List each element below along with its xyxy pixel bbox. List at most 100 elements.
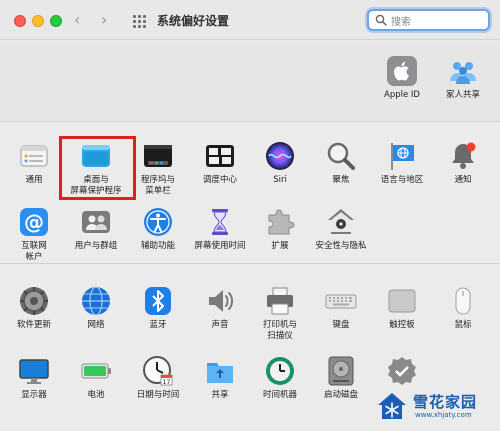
keyboard-icon — [325, 294, 357, 309]
show-all-grid-icon[interactable] — [133, 15, 146, 28]
pref-label: 打印机与 扫描仪 — [262, 320, 297, 341]
pref-sharing[interactable]: 共享 — [188, 355, 252, 401]
apple-id-icon — [387, 56, 417, 86]
pref-startup-disk[interactable]: 启动磁盘 — [309, 355, 373, 401]
pref-label: 显示器 — [21, 390, 47, 400]
pref-time-machine[interactable]: 时间机器 — [248, 355, 312, 401]
pref-users-groups[interactable]: 用户与群组 — [64, 206, 128, 252]
pref-mouse[interactable]: 鼠标 — [431, 285, 495, 331]
printers-scanners-icon — [267, 287, 293, 315]
watermark: 雪花家园 www.xhjaty.com — [375, 388, 495, 428]
pref-label: 调度中心 — [202, 175, 237, 185]
battery-icon — [81, 363, 111, 379]
watermark-title: 雪花家园 — [413, 393, 478, 411]
notifications-icon — [452, 142, 476, 169]
pref-battery[interactable]: 电池 — [64, 355, 128, 401]
pref-printers-scanners[interactable]: 打印机与 扫描仪 — [248, 285, 312, 342]
pref-profiles[interactable] — [370, 355, 434, 390]
dock-menubar-icon — [144, 145, 172, 167]
search-field[interactable]: 搜索 — [367, 9, 490, 31]
pref-mission-control[interactable]: 调度中心 — [188, 140, 252, 186]
pref-label: 时间机器 — [262, 390, 297, 400]
internet-accounts-icon: @ — [20, 208, 48, 236]
sharing-icon — [207, 363, 233, 383]
pref-sound[interactable]: 声音 — [188, 285, 252, 331]
time-machine-icon — [266, 357, 294, 385]
forward-chevron-icon[interactable]: › — [101, 11, 107, 29]
sound-icon — [209, 290, 233, 312]
pref-label: 触控板 — [389, 320, 415, 330]
pref-label: 软件更新 — [16, 320, 51, 330]
extensions-icon — [268, 209, 295, 235]
pref-label: 鼠标 — [454, 320, 472, 330]
pref-label: 启动磁盘 — [323, 390, 358, 400]
mouse-icon — [455, 287, 471, 315]
search-icon — [375, 14, 387, 26]
trackpad-icon — [388, 289, 416, 313]
family-sharing-icon — [450, 62, 476, 84]
pref-apple-id[interactable]: Apple ID — [370, 55, 434, 101]
pref-label: 家人共享 — [445, 90, 480, 100]
search-placeholder: 搜索 — [391, 17, 411, 28]
pref-siri[interactable]: Siri — [248, 140, 312, 186]
pref-label: 键盘 — [332, 320, 350, 330]
pref-internet-accounts[interactable]: @ 互联网 帐户 — [2, 206, 66, 263]
pref-label: 安全性与隐私 — [315, 241, 367, 251]
general-icon — [20, 145, 48, 167]
pref-notifications[interactable]: 通知 — [431, 140, 495, 186]
minimize-button[interactable] — [32, 15, 44, 27]
pref-family-sharing[interactable]: 家人共享 — [431, 55, 495, 101]
close-button[interactable] — [14, 15, 26, 27]
pref-general[interactable]: 通用 — [2, 140, 66, 186]
highlight-box — [59, 136, 136, 200]
screen-time-icon — [212, 209, 228, 235]
pref-extensions[interactable]: 扩展 — [248, 206, 312, 252]
pref-accessibility[interactable]: 辅助功能 — [126, 206, 190, 252]
pref-label: 互联网 帐户 — [21, 241, 47, 262]
pref-label: 辅助功能 — [140, 241, 175, 251]
title-bar: ‹ › 系统偏好设置 搜索 — [0, 0, 500, 40]
pref-label: 通用 — [25, 175, 43, 185]
siri-icon — [266, 142, 294, 170]
date-time-icon: 17 — [143, 356, 173, 386]
pref-screen-time[interactable]: 屏幕使用时间 — [188, 206, 252, 252]
spotlight-icon — [327, 142, 355, 170]
bluetooth-icon — [145, 287, 171, 315]
accessibility-icon — [144, 208, 172, 236]
back-chevron-icon[interactable]: ‹ — [74, 11, 80, 29]
svg-text:@: @ — [24, 210, 44, 234]
window-title: 系统偏好设置 — [157, 14, 230, 28]
network-icon — [82, 286, 110, 316]
pref-date-time[interactable]: 17 日期与时间 — [126, 355, 190, 401]
zoom-button[interactable] — [50, 15, 62, 27]
pref-language-region[interactable]: 语言与地区 — [370, 140, 434, 186]
svg-text:17: 17 — [163, 379, 171, 386]
pref-trackpad[interactable]: 触控板 — [370, 285, 434, 331]
mission-control-icon — [206, 145, 234, 167]
pref-label: 声音 — [211, 320, 229, 330]
pref-network[interactable]: 网络 — [64, 285, 128, 331]
displays-icon — [19, 359, 49, 384]
pref-label: Apple ID — [384, 90, 420, 100]
pref-label: 聚焦 — [332, 175, 350, 185]
profiles-icon — [388, 357, 416, 385]
pref-spotlight[interactable]: 聚焦 — [309, 140, 373, 186]
pref-label: Siri — [273, 175, 287, 185]
pref-label: 屏幕使用时间 — [194, 241, 246, 251]
pref-label: 电池 — [87, 390, 105, 400]
pref-software-update[interactable]: 软件更新 — [2, 285, 66, 331]
pref-label: 日期与时间 — [136, 390, 180, 400]
pref-keyboard[interactable]: 键盘 — [309, 285, 373, 331]
pref-label: 语言与地区 — [380, 175, 424, 185]
pref-label: 共享 — [211, 390, 229, 400]
pref-label: 网络 — [87, 320, 105, 330]
software-update-icon — [20, 287, 48, 315]
pref-label: 用户与群组 — [74, 241, 118, 251]
pref-displays[interactable]: 显示器 — [2, 355, 66, 401]
pref-label: 扩展 — [271, 241, 289, 251]
pref-security-privacy[interactable]: 安全性与隐私 — [309, 206, 373, 252]
snowflake-house-logo-icon — [378, 393, 406, 419]
pref-label: 蓝牙 — [149, 320, 167, 330]
pref-bluetooth[interactable]: 蓝牙 — [126, 285, 190, 331]
watermark-url: www.xhjaty.com — [415, 411, 472, 419]
